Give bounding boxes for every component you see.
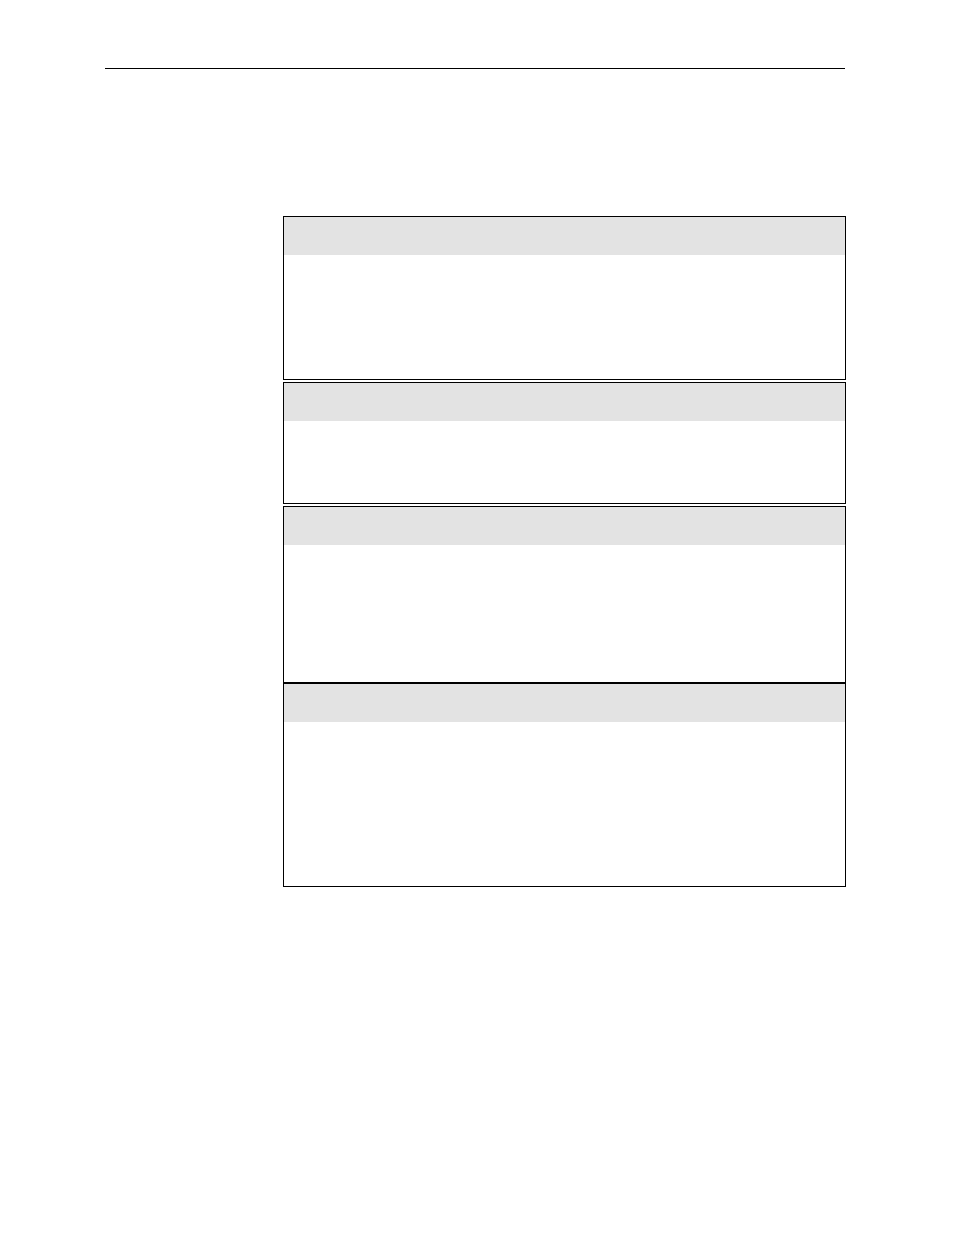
section-header — [284, 217, 845, 255]
section-header — [284, 507, 845, 545]
section-header — [284, 383, 845, 421]
boxed-section-2 — [283, 382, 846, 504]
boxed-section-1 — [283, 216, 846, 380]
document-page — [0, 0, 954, 1235]
section-header — [284, 684, 845, 722]
boxed-section-4 — [283, 683, 846, 887]
horizontal-rule — [105, 68, 845, 69]
boxed-section-3 — [283, 506, 846, 683]
